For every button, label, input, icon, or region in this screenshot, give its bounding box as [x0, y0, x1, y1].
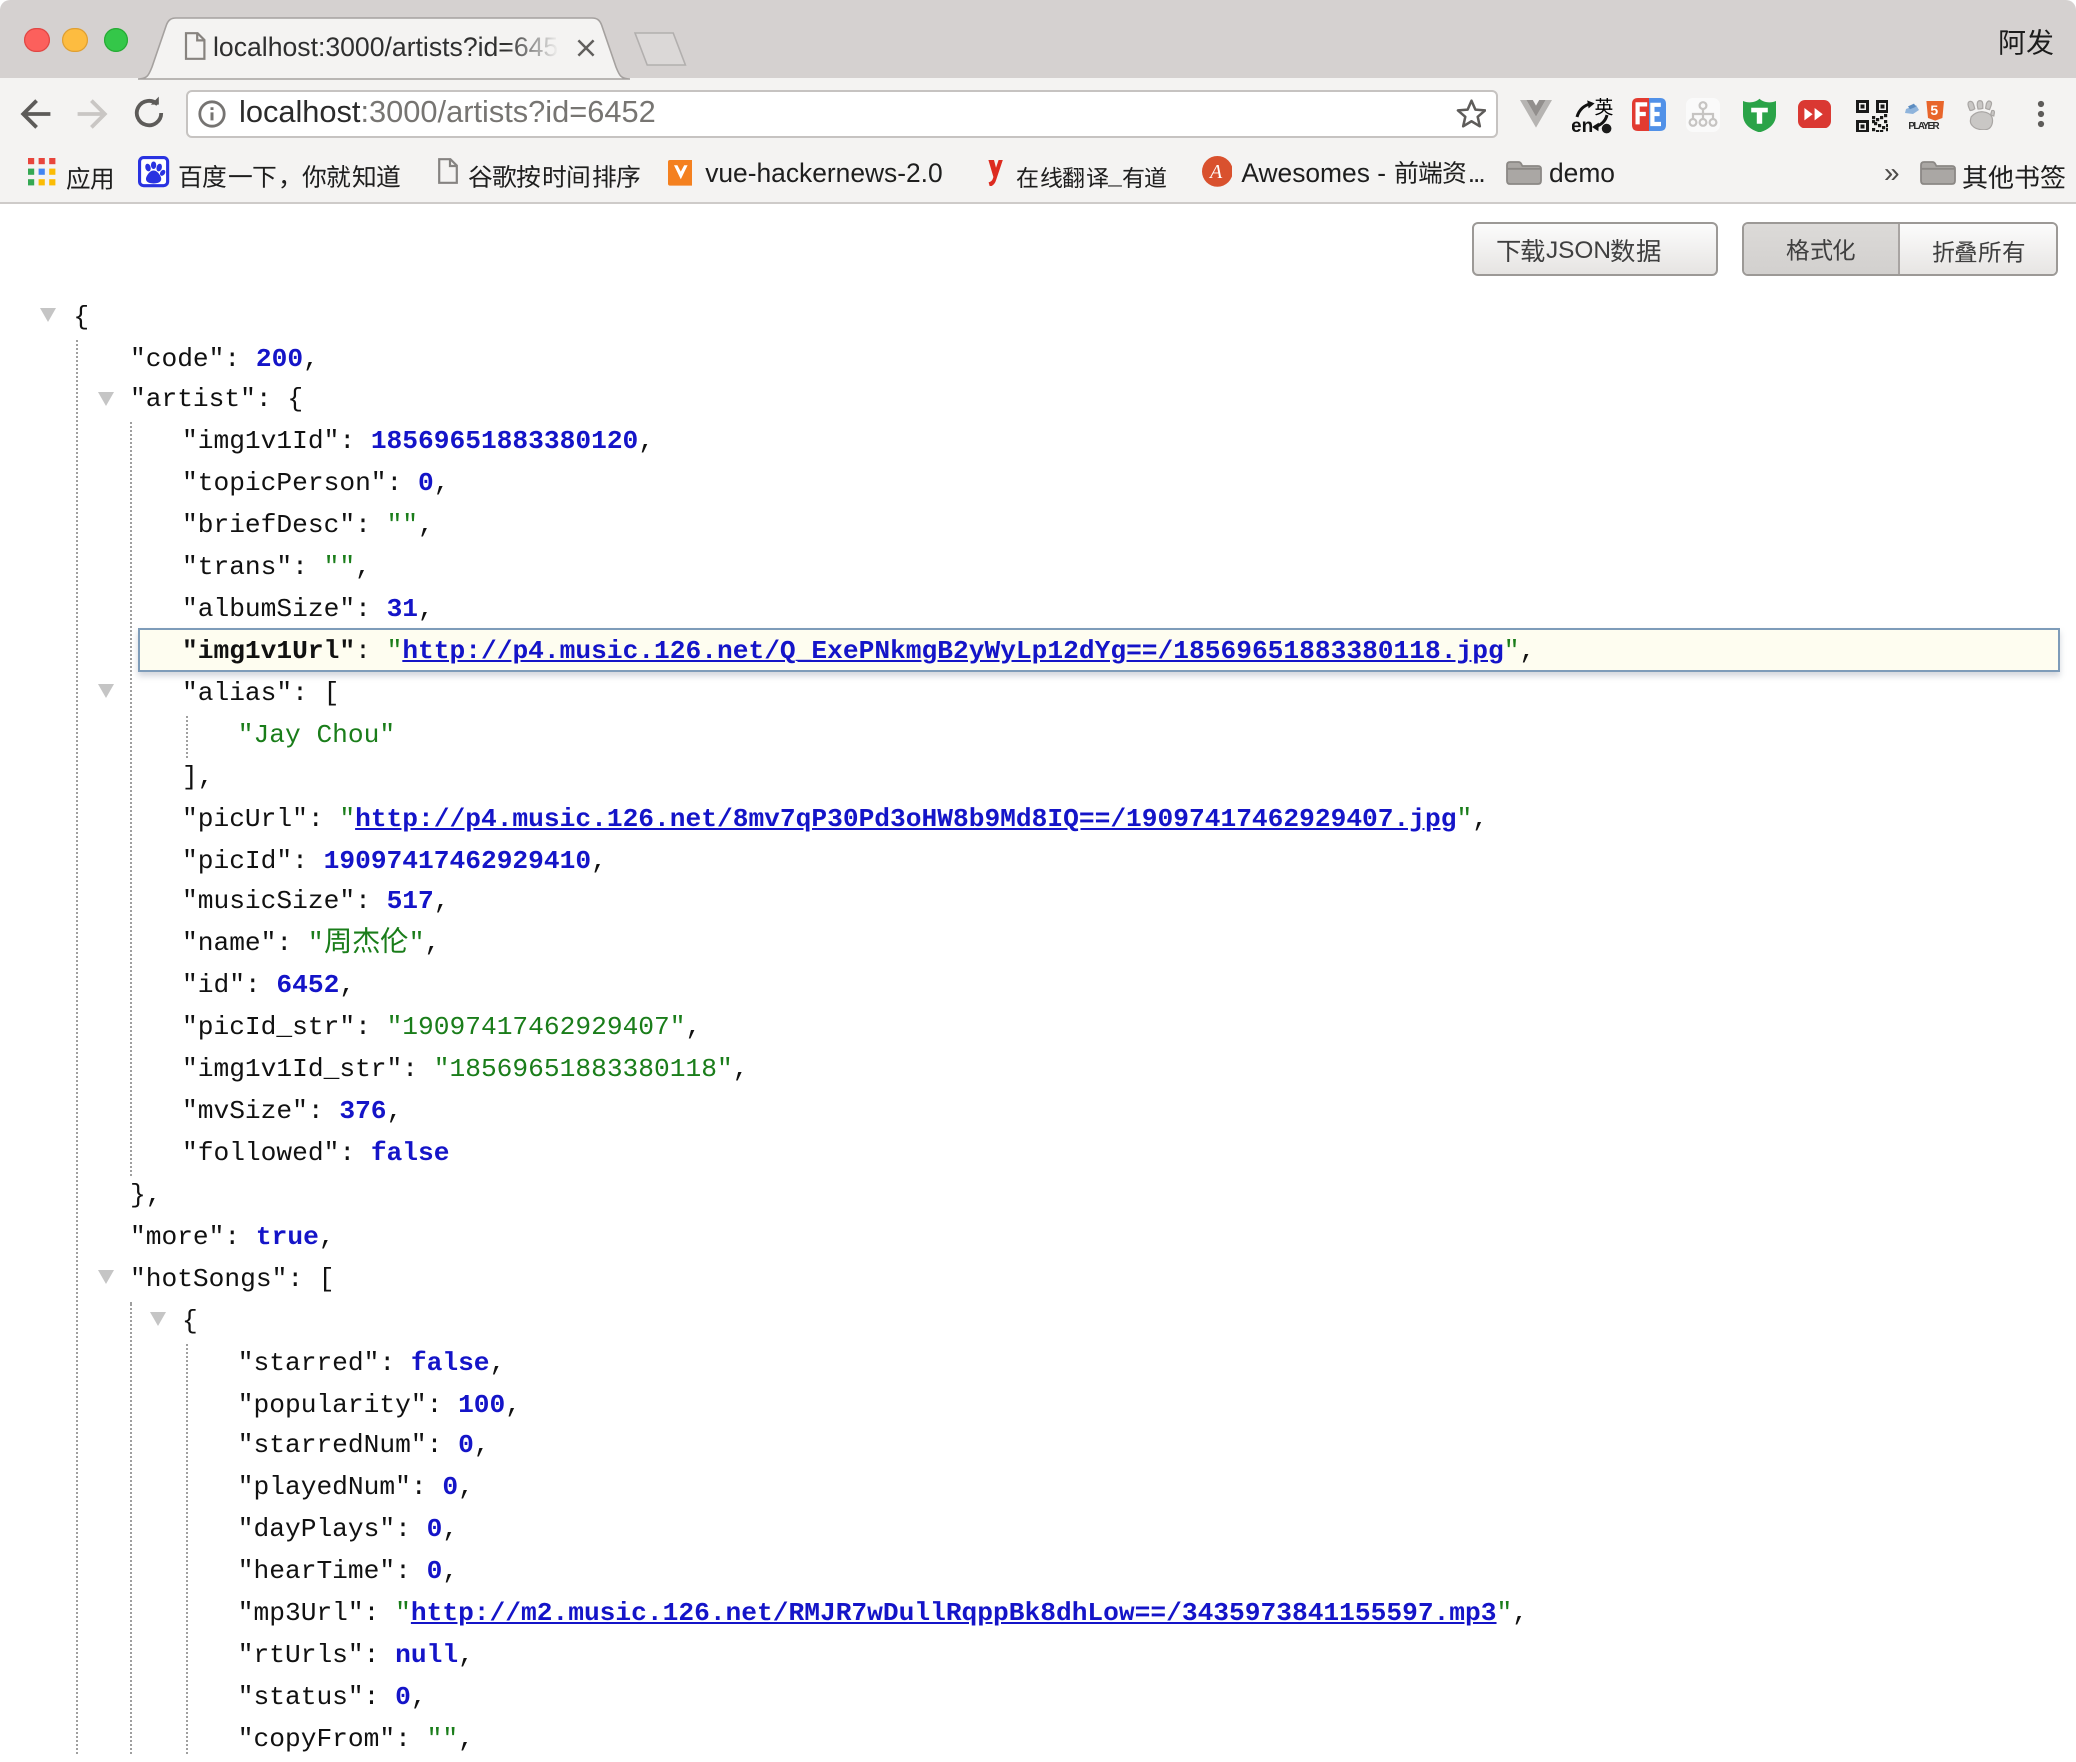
svg-text:PLAYER: PLAYER [1908, 121, 1939, 131]
svg-text:en: en [1571, 115, 1592, 133]
svg-text:A: A [1207, 162, 1222, 184]
svg-text:5: 5 [1930, 102, 1938, 118]
